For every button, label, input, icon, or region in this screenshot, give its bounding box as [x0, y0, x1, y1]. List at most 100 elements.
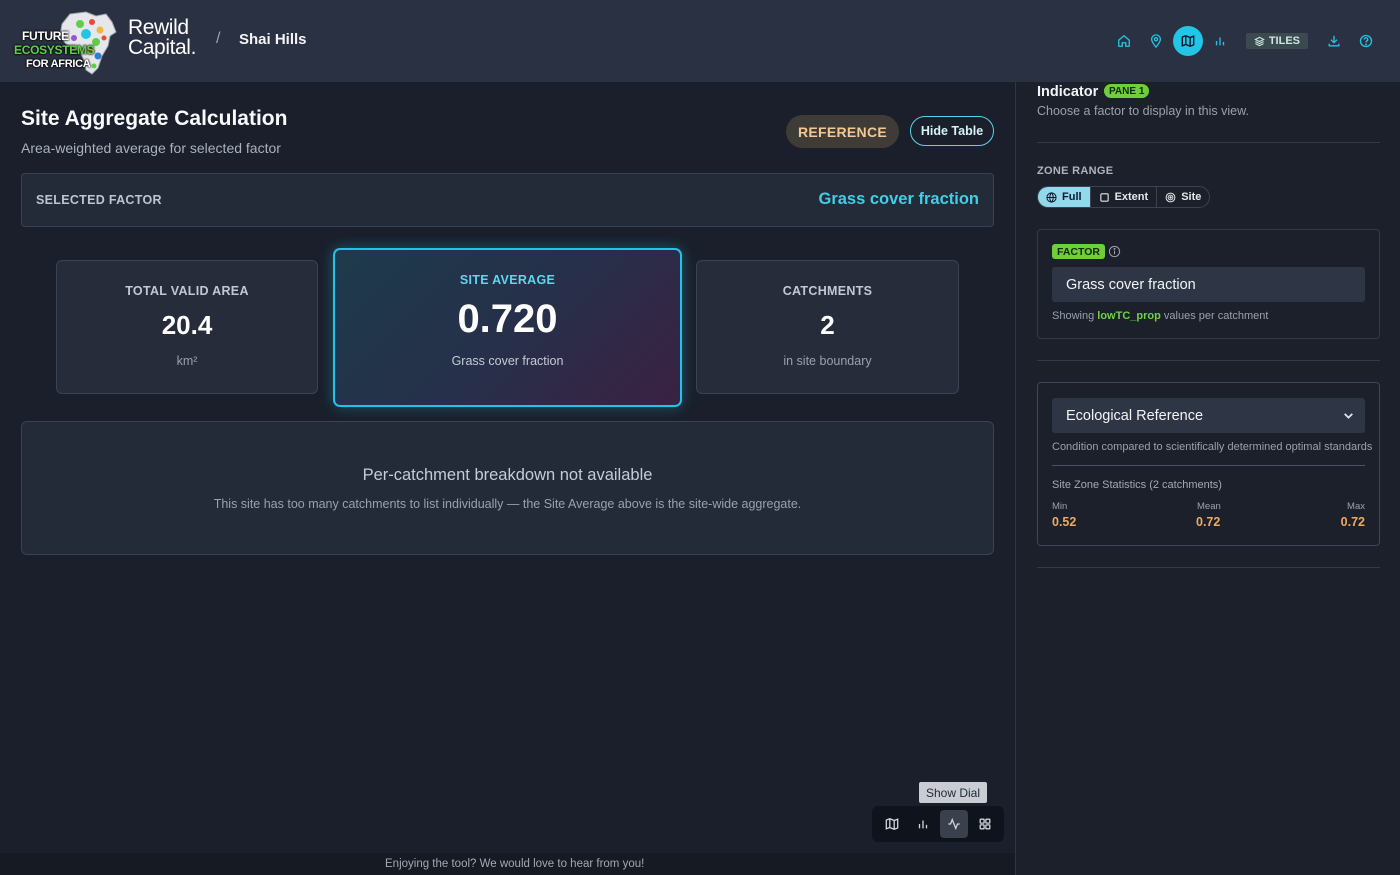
map-view-toggle[interactable]: [878, 810, 906, 838]
tiles-label: TILES: [1268, 35, 1300, 47]
brand-line-2: Capital.: [128, 36, 197, 59]
download-button[interactable]: [1318, 27, 1350, 55]
indicator-title: Indicator: [1037, 84, 1099, 100]
logo-text-for-africa: FOR AFRICA: [26, 58, 91, 70]
factor-select[interactable]: Grass cover fraction: [1052, 267, 1365, 302]
factor-field-name: lowTC_prop: [1097, 310, 1161, 322]
factor-note-prefix: Showing: [1052, 310, 1095, 322]
zone-range-extent-label: Extent: [1114, 191, 1149, 203]
total-area-unit: km²: [176, 354, 198, 368]
app-header: FUTURE ECOSYSTEMS FOR AFRICA Rewild Capi…: [0, 0, 1400, 82]
location-pin-icon: [1150, 34, 1161, 48]
page-subtitle: Area-weighted average for selected facto…: [21, 140, 281, 156]
factor-card: FACTOR Grass cover fraction Showing lowT…: [1037, 229, 1380, 339]
logo-text-ecosystems: ECOSYSTEMS: [14, 43, 95, 57]
zone-stats-min-value: 0.52: [1052, 515, 1077, 529]
main-panel: Site Aggregate Calculation Area-weighted…: [0, 82, 1015, 853]
zone-range-full-label: Full: [1062, 191, 1082, 203]
grid-view-toggle[interactable]: [971, 810, 999, 838]
divider: [1037, 567, 1380, 568]
zone-range-site-label: Site: [1181, 191, 1202, 203]
zone-range-toggle: Full Extent Site: [1037, 186, 1211, 208]
total-area-label: TOTAL VALID AREA: [125, 284, 249, 298]
divider: [1037, 360, 1380, 361]
header-toolbar: TILES: [1108, 26, 1382, 56]
zone-range-label: ZONE RANGE: [1037, 165, 1114, 177]
bar-chart-icon: [918, 820, 927, 829]
site-name[interactable]: Shai Hills: [239, 31, 307, 48]
selected-factor-bar: SELECTED FACTOR Grass cover fraction: [21, 173, 994, 227]
zone-stats-title: Site Zone Statistics (2 catchments): [1052, 479, 1222, 491]
brand-line-1: Rewild: [128, 16, 189, 39]
show-dial-tooltip: Show Dial: [919, 782, 987, 803]
total-valid-area-card: TOTAL VALID AREA 20.4 km²: [56, 260, 318, 394]
pane-badge: PANE 1: [1104, 84, 1150, 98]
activity-icon: [947, 817, 960, 831]
factor-note-suffix: values per catchment: [1163, 310, 1269, 322]
home-icon: [1117, 34, 1130, 47]
grid-icon: [979, 818, 990, 830]
selected-factor-label: SELECTED FACTOR: [36, 193, 162, 207]
site-average-label: SITE AVERAGE: [459, 273, 556, 287]
square-icon: [1099, 192, 1109, 202]
reference-description: Condition compared to scientifically det…: [1052, 441, 1373, 453]
map-icon: [885, 818, 898, 830]
catchments-card: CATCHMENTS 2 in site boundary: [696, 260, 959, 394]
map-icon: [1181, 34, 1195, 48]
rewild-capital-logo: Rewild Capital.: [128, 16, 197, 59]
indicator-subtitle: Choose a factor to display in this view.: [1037, 104, 1249, 118]
location-button[interactable]: [1140, 27, 1172, 55]
view-switcher: [872, 806, 1004, 842]
reference-card: Ecological Reference Condition compared …: [1037, 382, 1380, 546]
chart-view-toggle[interactable]: [909, 810, 937, 838]
reference-badge: REFERENCE: [786, 115, 899, 148]
zone-stats-mean-value: 0.72: [1196, 515, 1221, 529]
zone-stats-max-label: Max: [1347, 501, 1365, 512]
logo-text-future: FUTURE: [22, 29, 69, 43]
breakdown-text: This site has too many catchments to lis…: [213, 497, 802, 511]
future-ecosystems-logo: FUTURE ECOSYSTEMS FOR AFRICA: [12, 8, 122, 76]
zone-range-full[interactable]: Full: [1038, 187, 1091, 207]
info-icon[interactable]: [1108, 245, 1121, 258]
breakdown-title: Per-catchment breakdown not available: [362, 466, 653, 484]
dial-view-toggle[interactable]: [939, 810, 968, 838]
target-icon: [1165, 192, 1176, 202]
layers-icon: [1253, 36, 1265, 46]
zone-stats-mean-label: Mean: [1197, 501, 1221, 512]
site-average-value: 0.720: [457, 297, 558, 341]
download-icon: [1328, 35, 1340, 47]
hide-table-button[interactable]: Hide Table: [910, 116, 994, 146]
zone-stats-max-value: 0.72: [1340, 515, 1365, 529]
tiles-button[interactable]: TILES: [1245, 33, 1308, 49]
catchments-sub: in site boundary: [783, 354, 872, 368]
selected-factor-value: Grass cover fraction: [818, 190, 980, 208]
site-average-card: SITE AVERAGE 0.720 Grass cover fraction: [333, 248, 682, 407]
catchments-value: 2: [820, 310, 835, 340]
zone-range-site[interactable]: Site: [1157, 187, 1209, 207]
factor-tag: FACTOR: [1052, 244, 1105, 259]
reference-select-value: Ecological Reference: [1066, 407, 1204, 424]
map-view-button[interactable]: [1172, 26, 1203, 56]
feedback-footer[interactable]: Enjoying the tool? We would love to hear…: [0, 853, 1015, 875]
divider: [1052, 465, 1365, 466]
help-icon: [1359, 34, 1373, 48]
site-average-factor: Grass cover fraction: [451, 354, 564, 368]
breadcrumb-separator: /: [216, 30, 221, 47]
globe-icon: [1046, 191, 1057, 203]
chevron-down-icon: [1344, 413, 1353, 419]
reference-select[interactable]: Ecological Reference: [1052, 398, 1365, 433]
zone-stats-min-label: Min: [1052, 501, 1068, 512]
page-title: Site Aggregate Calculation: [21, 107, 288, 130]
feedback-text[interactable]: Enjoying the tool? We would love to hear…: [385, 858, 644, 870]
home-button[interactable]: [1108, 27, 1140, 55]
breakdown-panel: Per-catchment breakdown not available Th…: [21, 421, 994, 555]
chart-view-button[interactable]: [1204, 27, 1236, 55]
factor-note: Showing lowTC_prop values per catchment: [1052, 310, 1268, 322]
zone-range-extent[interactable]: Extent: [1091, 187, 1158, 207]
bar-chart-icon: [1215, 37, 1224, 46]
indicator-sidebar: Indicator PANE 1 Choose a factor to disp…: [1015, 82, 1400, 875]
help-button[interactable]: [1350, 27, 1382, 55]
divider: [1037, 142, 1380, 143]
total-area-value: 20.4: [161, 310, 213, 340]
catchments-label: CATCHMENTS: [782, 284, 873, 298]
